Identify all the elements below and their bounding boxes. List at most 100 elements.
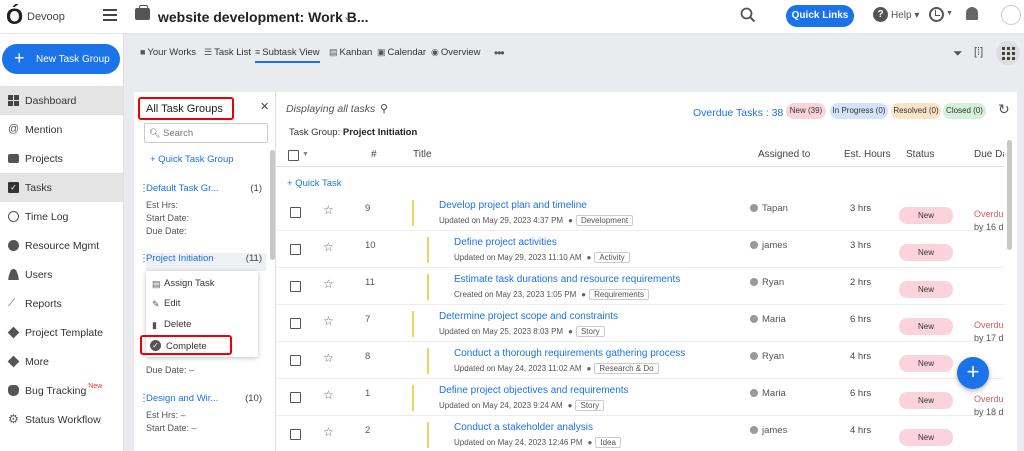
task-row[interactable]: ☆ 8 Conduct a thorough requirements gath… xyxy=(276,342,1004,379)
task-tag[interactable]: Story xyxy=(575,326,605,337)
star-icon[interactable]: ☆ xyxy=(323,203,334,217)
search-icon[interactable]: ⚲ xyxy=(380,102,388,115)
sidebar-item-mention[interactable]: @ Mention xyxy=(0,115,123,144)
task-tag[interactable]: Idea xyxy=(595,437,621,448)
assignee[interactable]: Ryan xyxy=(750,351,784,362)
task-tag[interactable]: Requirements xyxy=(589,289,649,300)
task-checkbox[interactable] xyxy=(290,281,301,292)
task-title-link[interactable]: Define project objectives and requiremen… xyxy=(439,385,629,396)
task-title-link[interactable]: Estimate task durations and resource req… xyxy=(454,274,680,285)
task-row[interactable]: ☆ 2 Conduct a stakeholder analysis Updat… xyxy=(276,416,1004,451)
status-badge-new[interactable]: New (39) xyxy=(786,103,826,119)
new-task-group-button[interactable]: + New Task Group xyxy=(2,44,120,74)
task-group-item-selected[interactable]: ⋮ Project Initiation (11) xyxy=(139,253,266,271)
status-pill[interactable]: New xyxy=(899,281,953,298)
status-pill[interactable]: New xyxy=(899,318,953,335)
clock-icon[interactable] xyxy=(929,7,944,22)
task-group-item[interactable]: ⋮ Default Task Gr... (1) Est Hrs: Start … xyxy=(139,183,266,238)
kebab-menu-icon[interactable]: ⋮ xyxy=(139,183,149,194)
sidebar-item-status-workflow[interactable]: ⚙ Status Workflow xyxy=(0,405,123,434)
sidebar-item-time-log[interactable]: Time Log xyxy=(0,202,123,231)
kebab-menu-icon[interactable]: ⋮ xyxy=(139,393,149,404)
star-icon[interactable]: ☆ xyxy=(323,388,334,402)
refresh-icon[interactable]: ↻ xyxy=(998,101,1010,118)
task-checkbox[interactable] xyxy=(290,318,301,329)
user-avatar[interactable] xyxy=(1001,5,1021,25)
search-icon[interactable] xyxy=(740,7,756,23)
status-pill[interactable]: New xyxy=(899,244,953,261)
help-label[interactable]: Help ▾ xyxy=(891,10,919,21)
sidebar-item-project-template[interactable]: Project Template xyxy=(0,318,123,347)
sidebar-item-reports[interactable]: ⟋ Reports xyxy=(0,289,123,318)
column-header-assigned[interactable]: Assigned to xyxy=(758,149,810,160)
tab-subtask-view[interactable]: ≡ Subtask View xyxy=(255,47,320,63)
column-header-num[interactable]: # xyxy=(371,149,377,160)
sidebar-item-dashboard[interactable]: Dashboard xyxy=(0,86,123,115)
help-icon[interactable]: ? xyxy=(873,7,888,22)
add-task-fab-button[interactable]: + xyxy=(957,357,989,389)
star-icon[interactable]: ☆ xyxy=(323,425,334,439)
edit-menu-item[interactable]: ✎ Edit xyxy=(146,294,258,314)
task-tag[interactable]: Research & Do xyxy=(594,363,659,374)
tab-overview[interactable]: ◉ Overview xyxy=(431,47,480,58)
notification-bell-icon[interactable] xyxy=(966,7,978,20)
task-checkbox[interactable] xyxy=(290,429,301,440)
task-tag[interactable]: Activity xyxy=(594,252,630,263)
assignee[interactable]: Ryan xyxy=(750,277,784,288)
task-tag[interactable]: Development xyxy=(575,215,634,226)
column-header-est-hours[interactable]: Est. Hours xyxy=(844,149,891,160)
quick-task-button[interactable]: + Quick Task xyxy=(287,178,341,189)
overdue-tasks-link[interactable]: Overdue Tasks : 38 xyxy=(693,107,783,119)
chevron-down-icon[interactable]: ▼ xyxy=(302,151,309,158)
tab-task-list[interactable]: ☰ Task List xyxy=(204,47,251,58)
quick-links-button[interactable]: Quick Links xyxy=(786,5,854,27)
expand-icon[interactable]: [⁞] xyxy=(974,46,983,58)
sidebar-item-more[interactable]: More xyxy=(0,347,123,376)
task-title-link[interactable]: Define project activities xyxy=(454,237,557,248)
status-badge-in-progress[interactable]: In Progress (0) xyxy=(830,103,888,119)
task-group-search-input[interactable] xyxy=(144,123,268,143)
task-row[interactable]: ☆ 9 Develop project plan and timeline Up… xyxy=(276,194,1004,232)
tab-kanban[interactable]: ▤ Kanban xyxy=(329,47,372,58)
grid-menu-button[interactable] xyxy=(996,41,1020,65)
task-row[interactable]: ☆ 7 Determine project scope and constrai… xyxy=(276,305,1004,343)
task-row[interactable]: ☆ 11 Estimate task durations and resourc… xyxy=(276,268,1004,305)
tab-calendar[interactable]: ▣ Calendar xyxy=(377,47,426,58)
task-checkbox[interactable] xyxy=(290,392,301,403)
assignee[interactable]: Tapan xyxy=(750,203,788,214)
status-pill[interactable]: New xyxy=(899,392,953,409)
task-title-link[interactable]: Conduct a thorough requirements gatherin… xyxy=(454,348,685,359)
close-icon[interactable]: ✕ xyxy=(260,100,269,113)
task-checkbox[interactable] xyxy=(290,244,301,255)
assignee[interactable]: Maria xyxy=(750,388,786,399)
task-title-link[interactable]: Develop project plan and timeline xyxy=(439,200,587,211)
sidebar-item-tasks[interactable]: ✓ Tasks xyxy=(0,173,123,202)
status-pill[interactable]: New xyxy=(899,207,953,224)
sidebar-item-bug-tracking[interactable]: Bug Tracking New xyxy=(0,376,123,405)
complete-menu-item[interactable]: ✓ Complete xyxy=(140,335,232,355)
status-badge-closed[interactable]: Closed (0) xyxy=(943,103,986,119)
status-pill[interactable]: New xyxy=(899,355,953,372)
task-title-link[interactable]: Conduct a stakeholder analysis xyxy=(454,422,593,433)
status-pill[interactable]: New xyxy=(899,429,953,446)
task-title-link[interactable]: Determine project scope and constraints xyxy=(439,311,618,322)
star-icon[interactable]: ☆ xyxy=(323,351,334,365)
tab-your-works[interactable]: ■ Your Works xyxy=(140,47,196,58)
more-views-icon[interactable]: ••• xyxy=(494,46,505,60)
star-icon[interactable]: ☆ xyxy=(323,240,334,254)
hamburger-menu-icon[interactable] xyxy=(103,9,117,21)
delete-menu-item[interactable]: ▮ Delete xyxy=(146,315,258,335)
task-list-scrollbar[interactable] xyxy=(1007,140,1012,250)
star-icon[interactable]: ☆ xyxy=(323,314,334,328)
column-header-title[interactable]: Title xyxy=(413,149,432,160)
task-row[interactable]: ☆ 10 Define project activities Updated o… xyxy=(276,231,1004,268)
column-header-status[interactable]: Status xyxy=(906,149,934,160)
sidebar-item-resource-mgmt[interactable]: Resource Mgmt xyxy=(0,231,123,260)
task-group-item[interactable]: ⋮ Design and Wir... (10) Est Hrs: – Star… xyxy=(139,393,266,435)
task-checkbox[interactable] xyxy=(290,355,301,366)
quick-task-group-button[interactable]: + Quick Task Group xyxy=(150,154,234,165)
task-checkbox[interactable] xyxy=(290,207,301,218)
task-groups-scrollbar[interactable] xyxy=(270,150,275,260)
sidebar-item-users[interactable]: Users xyxy=(0,260,123,289)
assignee[interactable]: Maria xyxy=(750,314,786,325)
